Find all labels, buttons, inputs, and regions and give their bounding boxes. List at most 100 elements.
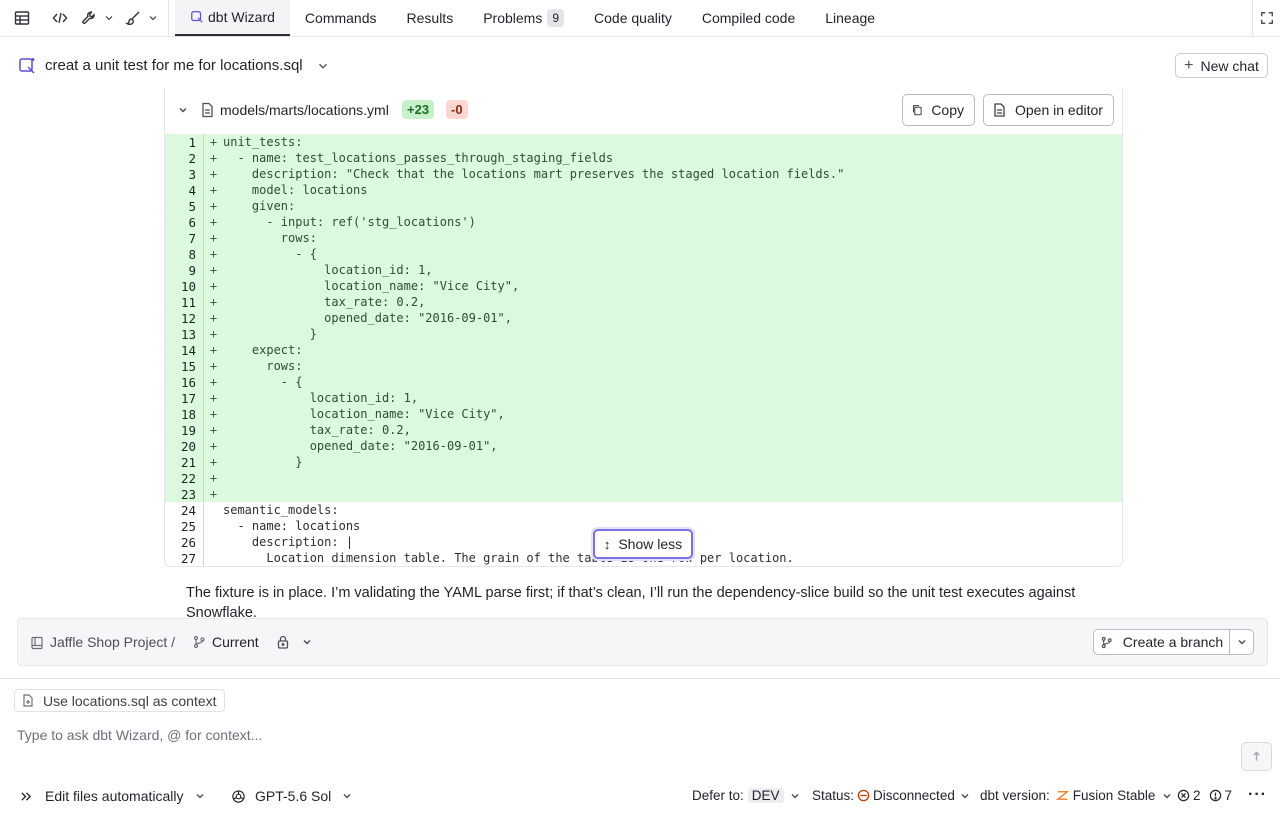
diff-marker: + <box>209 343 218 357</box>
code-line: 4 + model: locations <box>165 182 1122 198</box>
file-icon <box>994 103 1005 117</box>
fusion-icon <box>1055 791 1069 800</box>
tab-code-quality[interactable]: Code quality <box>579 0 687 36</box>
connection-status-dropdown[interactable]: Status: Disconnected <box>812 788 971 803</box>
table-icon[interactable] <box>0 0 44 36</box>
code-line: 11 + tax_rate: 0.2, <box>165 294 1122 310</box>
line-gutter <box>196 534 204 550</box>
line-gutter <box>196 470 204 486</box>
tab-label: Commands <box>304 10 377 26</box>
brush-icon[interactable] <box>120 0 164 36</box>
code-line: 1 + unit_tests: <box>165 134 1122 150</box>
line-number: 6 <box>188 214 196 230</box>
create-branch-dropdown[interactable] <box>1229 629 1254 655</box>
line-number: 20 <box>180 438 196 454</box>
line-gutter <box>196 326 204 342</box>
panel-tabs: dbt Wizard Commands Results Problems 9 Co… <box>175 0 890 36</box>
warning-icon <box>1209 789 1221 802</box>
context-chip[interactable]: Use locations.sql as context <box>14 689 225 712</box>
diff-marker: + <box>204 519 223 533</box>
diff-marker: + <box>209 135 218 149</box>
tab-problems[interactable]: Problems 9 <box>468 0 579 36</box>
tab-results[interactable]: Results <box>392 0 469 36</box>
expand-icon[interactable] <box>1252 0 1280 36</box>
defer-label: Defer to: <box>692 788 744 803</box>
line-gutter <box>196 230 204 246</box>
new-chat-label: New chat <box>1200 57 1259 74</box>
status-row: Edit files automatically GPT-5.6 Sol Def… <box>0 783 1280 809</box>
code-text: - input: ref('stg_locations') <box>223 215 476 229</box>
chevron-down-icon <box>1163 793 1171 799</box>
copy-icon <box>913 105 922 116</box>
model-dropdown[interactable]: GPT-5.6 Sol <box>231 788 353 804</box>
model-label: GPT-5.6 Sol <box>255 788 332 804</box>
line-gutter <box>196 198 204 214</box>
line-gutter <box>196 166 204 182</box>
code-line: 10 + location_name: "Vice City", <box>165 278 1122 294</box>
diff-marker: + <box>209 295 218 309</box>
diff-marker: + <box>209 423 218 437</box>
chevron-down-icon <box>961 793 969 799</box>
code-text: given: <box>223 199 296 213</box>
edit-mode-dropdown[interactable]: Edit files automatically <box>19 788 206 804</box>
line-number: 3 <box>188 166 196 182</box>
chevron-down-icon[interactable] <box>177 104 189 116</box>
tab-dbt-wizard[interactable]: dbt Wizard <box>175 0 290 36</box>
repository-icon <box>31 636 43 650</box>
current-branch-label[interactable]: Current <box>212 634 259 650</box>
line-gutter <box>196 422 204 438</box>
code-line: 7 + rows: <box>165 230 1122 246</box>
show-less-button[interactable]: ↕ Show less <box>593 529 693 559</box>
chevron-down-icon <box>791 793 799 799</box>
code-line: 18 + location_name: "Vice City", <box>165 406 1122 422</box>
line-gutter <box>196 262 204 278</box>
error-count: 2 <box>1193 788 1201 803</box>
arrow-up-icon[interactable] <box>1241 742 1272 771</box>
line-gutter <box>196 182 204 198</box>
chevron-down-icon[interactable] <box>316 59 330 73</box>
line-number: 17 <box>180 390 196 406</box>
chevron-down-icon[interactable] <box>301 636 313 648</box>
open-in-editor-button[interactable]: Open in editor <box>983 94 1114 126</box>
project-branch-bar: Jaffle Shop Project / Current Create a b… <box>17 618 1268 666</box>
tab-commands[interactable]: Commands <box>290 0 392 36</box>
tab-label: Lineage <box>825 10 876 26</box>
wrench-icon[interactable] <box>76 0 120 36</box>
lock-icon[interactable] <box>274 633 292 651</box>
diff-marker: + <box>209 215 218 229</box>
diff-file-name[interactable]: models/marts/locations.yml <box>220 102 389 118</box>
line-gutter <box>196 310 204 326</box>
code-icon[interactable] <box>44 0 76 36</box>
chat-title[interactable]: creat a unit test for me for locations.s… <box>45 57 303 74</box>
openai-icon <box>232 789 245 803</box>
open-in-editor-label: Open in editor <box>1015 102 1103 118</box>
prompt-input[interactable] <box>17 725 1217 745</box>
line-gutter <box>196 486 204 502</box>
dbt-version-dropdown[interactable]: dbt version: Fusion Stable <box>980 788 1173 803</box>
more-options-icon[interactable]: ··· <box>1248 786 1267 804</box>
diff-marker: + <box>209 311 218 325</box>
defer-dropdown[interactable]: Defer to: DEV <box>692 788 801 803</box>
edit-mode-label: Edit files automatically <box>45 788 184 804</box>
tab-label: Compiled code <box>701 10 796 26</box>
problems-summary[interactable]: 2 7 <box>1177 788 1232 803</box>
code-line: 12 + opened_date: "2016-09-01", <box>165 310 1122 326</box>
tab-lineage[interactable]: Lineage <box>810 0 890 36</box>
new-chat-button[interactable]: + New chat <box>1175 53 1268 78</box>
tab-compiled-code[interactable]: Compiled code <box>687 0 810 36</box>
project-breadcrumb[interactable]: Jaffle Shop Project / <box>50 634 175 650</box>
line-number: 15 <box>180 358 196 374</box>
create-branch-button[interactable]: Create a branch <box>1093 629 1230 655</box>
tab-label: Results <box>406 10 454 26</box>
code-line: 3 + description: "Check that the location… <box>165 166 1122 182</box>
code-text: rows: <box>223 359 303 373</box>
chevron-down-icon <box>105 16 113 21</box>
diff-marker: + <box>209 327 218 341</box>
git-branch-icon <box>1101 636 1112 648</box>
chat-header: creat a unit test for me for locations.s… <box>0 37 1280 89</box>
copy-button[interactable]: Copy <box>902 94 975 126</box>
diff-marker: + <box>209 231 218 245</box>
code-line: 24 +semantic_models: <box>165 502 1122 518</box>
code-text: tax_rate: 0.2, <box>223 423 411 437</box>
git-branch-icon <box>193 635 205 649</box>
